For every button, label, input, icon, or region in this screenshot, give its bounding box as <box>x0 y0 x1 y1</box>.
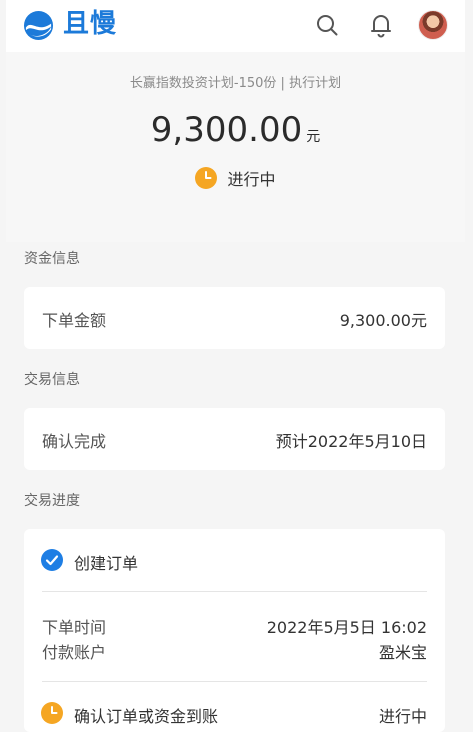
bell-icon[interactable] <box>369 12 393 38</box>
order-time-label: 下单时间 <box>42 618 107 637</box>
check-circle-icon <box>41 549 63 571</box>
amount-unit: 元 <box>306 129 321 145</box>
plan-title: 长赢指数投资计划-150份 | 执行计划 <box>129 76 342 91</box>
trade-progress-card: 创建订单 下单时间 2022年5月5日 16:02 付款账户 盈米宝 确认订单或… <box>24 529 445 732</box>
step-confirm-status: 进行中 <box>378 707 427 726</box>
status-text: 进行中 <box>227 170 276 189</box>
order-summary: 长赢指数投资计划-150份 | 执行计划 9,300.00 元 进行中 <box>6 52 465 242</box>
page: 且慢 长赢指数投资计划-150份 | 执行计划 9,300.00 元 进行中 资金… <box>0 0 473 732</box>
fund-info-card: 下单金额 9,300.00元 <box>24 287 445 349</box>
divider <box>42 681 427 682</box>
trade-section-label: 交易信息 <box>24 372 80 388</box>
order-status: 进行中 <box>6 166 465 190</box>
pay-account-value: 盈米宝 <box>378 643 427 662</box>
clock-icon <box>41 702 63 724</box>
brand-name[interactable]: 且慢 <box>63 8 117 40</box>
confirm-value: 预计2022年5月10日 <box>275 432 427 451</box>
step-confirm-order: 确认订单或资金到账 <box>74 707 219 726</box>
pay-account-label: 付款账户 <box>42 643 107 662</box>
step-create-order: 创建订单 <box>74 554 139 573</box>
top-header: 且慢 <box>6 0 465 52</box>
user-avatar[interactable] <box>418 10 448 40</box>
order-amount: 9,300.00 <box>150 110 303 150</box>
order-amount-value: 9,300.00元 <box>339 311 427 330</box>
order-amount-label: 下单金额 <box>42 311 107 330</box>
confirm-label: 确认完成 <box>42 432 107 451</box>
progress-section-label: 交易进度 <box>24 493 80 509</box>
amount-row: 9,300.00 元 <box>6 110 465 150</box>
divider <box>42 591 427 592</box>
trade-info-card: 确认完成 预计2022年5月10日 <box>24 408 445 470</box>
fund-section-label: 资金信息 <box>24 251 80 267</box>
order-time-value: 2022年5月5日 16:02 <box>266 618 427 637</box>
brand-logo-icon[interactable] <box>23 10 54 41</box>
clock-icon <box>195 167 218 189</box>
search-icon[interactable] <box>315 13 339 37</box>
